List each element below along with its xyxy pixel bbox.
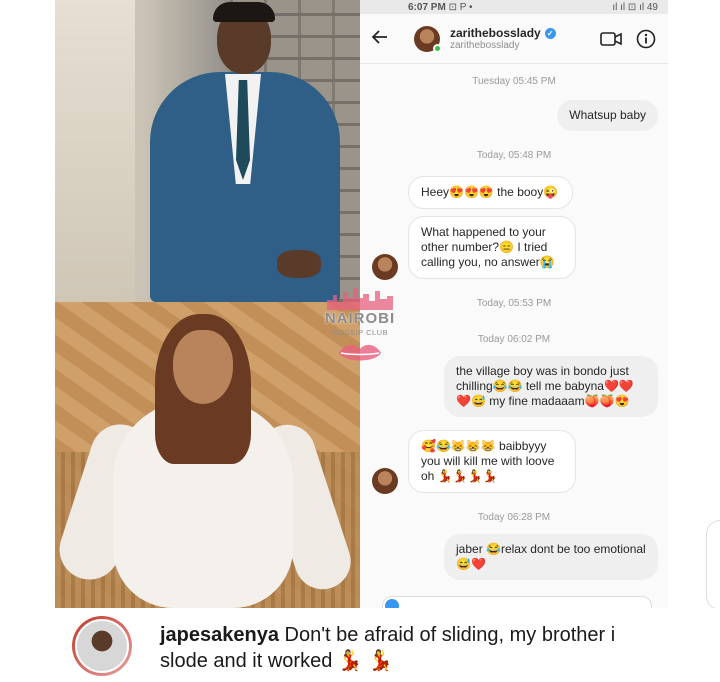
status-right-icons: ıl ıl ⊡ ıl 49 (612, 1, 658, 13)
commenter-photo (75, 619, 129, 673)
contact-avatar[interactable] (414, 25, 442, 53)
status-time-group: 6:07 PM ⊡ P • (408, 2, 473, 13)
timestamp: Tuesday 05:45 PM (472, 76, 556, 87)
outgoing-message[interactable]: jaber 😂relax dont be too emotional😅❤️ (444, 534, 658, 580)
online-status-dot (433, 43, 442, 53)
status-bar: 6:07 PM ⊡ P • ıl ıl ⊡ ıl 49 (360, 0, 668, 14)
timestamp: Today 06:28 PM (477, 512, 551, 523)
commenter-avatar[interactable] (72, 616, 132, 676)
status-time: 6:07 PM (408, 1, 446, 13)
man-photo (55, 0, 360, 302)
screenshot-stage: 6:07 PM ⊡ P • ıl ıl ⊡ ıl 49 zarithebossl… (0, 0, 720, 682)
camera-icon[interactable] (385, 599, 399, 608)
skyline-icon (327, 288, 393, 310)
incoming-message[interactable]: Heey😍😍😍 the booy😜 (408, 176, 573, 209)
woman-face (173, 330, 233, 404)
comment-text: japesakenya Don't be afraid of sliding, … (160, 622, 640, 674)
outgoing-message[interactable]: the village boy was in bondo just chilli… (444, 356, 658, 417)
contact-username-row: zarithebosslady ✓ (450, 26, 586, 40)
watermark-subtitle: GOSSIP CLUB (331, 328, 389, 337)
watermark-title: NAIROBI (324, 310, 396, 327)
message-composer[interactable] (382, 596, 652, 608)
lips-icon (339, 344, 381, 361)
commenter-username[interactable]: japesakenya (160, 624, 279, 646)
outgoing-message[interactable]: Whatsup baby (557, 100, 658, 131)
watermark-logo: NAIROBI GOSSIP CLUB (305, 286, 415, 365)
contact-handle: zarithebosslady (450, 40, 520, 51)
incoming-message[interactable]: What happened to your other number?😑 I t… (408, 216, 576, 279)
incoming-message[interactable]: 🥰😂😸😸😸 baibbyyy you will kill me with loo… (408, 430, 576, 493)
video-camera-icon[interactable] (600, 31, 622, 47)
sender-avatar (372, 254, 398, 280)
comment-row: japesakenya Don't be afraid of sliding, … (0, 608, 720, 682)
status-indicators: ⊡ P • (448, 1, 473, 13)
sender-avatar (372, 468, 398, 494)
edge-handle (706, 520, 720, 610)
contact-username: zarithebosslady (450, 26, 541, 40)
man-cap (213, 2, 275, 22)
contact-names[interactable]: zarithebosslady ✓ zarithebosslady (450, 26, 586, 51)
back-arrow-icon[interactable] (371, 27, 400, 50)
verified-badge-icon: ✓ (544, 27, 556, 39)
stone-wall (55, 0, 135, 302)
man-hand (277, 250, 321, 278)
info-icon[interactable] (636, 29, 656, 49)
chat-header: zarithebosslady ✓ zarithebosslady (360, 14, 668, 64)
timestamp: Today, 05:48 PM (476, 150, 552, 161)
